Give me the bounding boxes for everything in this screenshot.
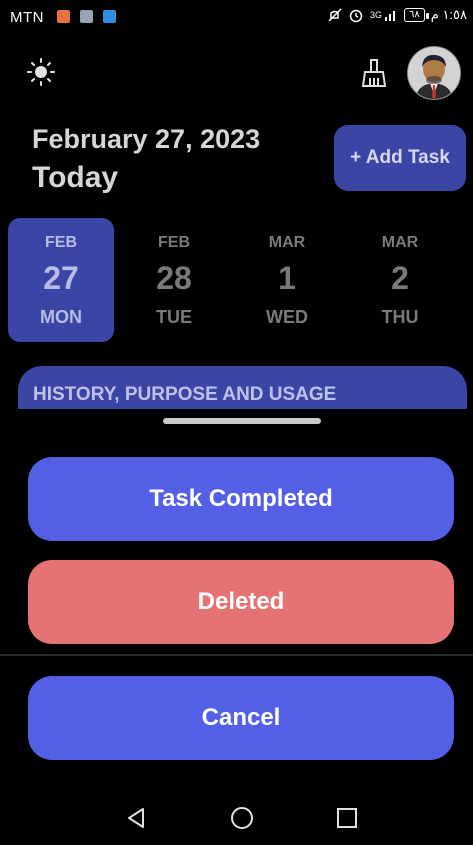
sheet-divider [0, 654, 473, 656]
date-weekday: THU [381, 307, 419, 327]
home-icon[interactable] [212, 790, 272, 845]
date-weekday: WED [266, 307, 308, 327]
app-notification-icon [57, 10, 70, 23]
date-weekday: TUE [156, 307, 192, 327]
gallery-notification-icon [80, 10, 93, 23]
task-title: HISTORY, PURPOSE AND USAGE [33, 384, 337, 405]
avatar-image [408, 47, 460, 99]
date-day: 2 [391, 260, 409, 296]
navigation-bar [0, 790, 473, 845]
date-month: MAR [268, 234, 306, 251]
signal-icon [385, 11, 396, 21]
clock: ١:٥٨ م [430, 7, 467, 22]
date-day: 1 [278, 260, 296, 296]
sheet-drag-handle[interactable] [163, 418, 321, 424]
mute-icon [328, 8, 342, 22]
today-label: Today [32, 161, 119, 194]
battery-indicator: ٦٨ [404, 8, 429, 22]
task-card[interactable]: HISTORY, PURPOSE AND USAGE [18, 366, 467, 410]
task-completed-button[interactable]: Task Completed [28, 457, 454, 541]
date-day: 27 [43, 260, 79, 296]
status-right: 3G ٦٨ ١:٥٨ م [328, 7, 467, 23]
task-action-sheet: Task Completed Deleted Cancel [0, 409, 473, 845]
broom-icon[interactable] [359, 57, 389, 89]
sun-icon[interactable] [24, 55, 58, 89]
screen: MTN 3G ٦٨ ١:٥٨ م February 27, 2023 Today… [0, 0, 473, 845]
date-day: 28 [156, 260, 192, 296]
alarm-icon [349, 9, 363, 23]
delete-task-button[interactable]: Deleted [28, 560, 454, 644]
recents-icon[interactable] [317, 790, 377, 845]
avatar[interactable] [407, 46, 461, 100]
status-bar: MTN 3G ٦٨ ١:٥٨ م [0, 0, 473, 36]
add-task-button[interactable]: + Add Task [334, 125, 466, 191]
date-month: FEB [158, 234, 190, 251]
date-weekday: MON [40, 307, 82, 327]
date-item-mar-2[interactable]: MAR 2 THU [347, 218, 453, 342]
cancel-button[interactable]: Cancel [28, 676, 454, 760]
date-item-feb-28[interactable]: FEB 28 TUE [121, 218, 227, 342]
carrier-label: MTN [10, 9, 44, 26]
current-date: February 27, 2023 [32, 124, 261, 154]
message-notification-icon [103, 10, 116, 23]
date-item-mar-1[interactable]: MAR 1 WED [234, 218, 340, 342]
date-month: MAR [381, 234, 419, 251]
back-icon[interactable] [106, 790, 166, 845]
network-type: 3G [370, 10, 383, 20]
date-month: FEB [45, 234, 77, 251]
date-item-feb-27[interactable]: FEB 27 MON [8, 218, 114, 342]
